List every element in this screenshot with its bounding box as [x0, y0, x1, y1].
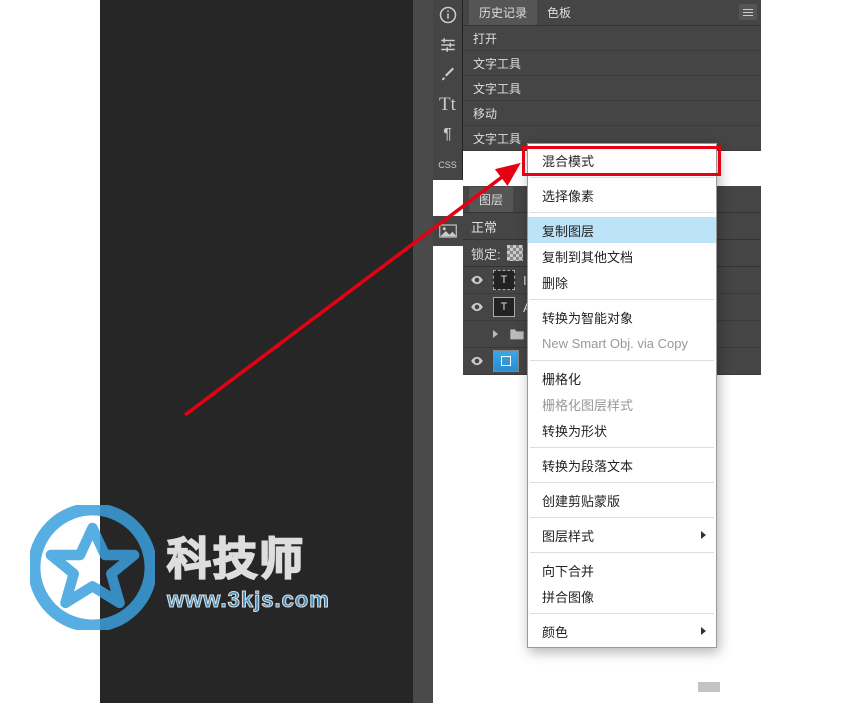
panel-menu-button[interactable] [739, 4, 757, 20]
visibility-icon[interactable] [469, 272, 485, 288]
menu-separator [530, 552, 714, 553]
menu-item-rasterize[interactable]: 栅格化 [528, 365, 716, 391]
menu-item-duplicate-layer[interactable]: 复制图层 [528, 217, 716, 243]
submenu-arrow-icon [701, 627, 706, 635]
folder-icon [506, 324, 528, 344]
submenu-arrow-icon [701, 531, 706, 539]
history-item[interactable]: 文字工具 [463, 51, 761, 76]
tab-history[interactable]: 历史记录 [469, 0, 537, 25]
menu-item-to-paragraph[interactable]: 转换为段落文本 [528, 452, 716, 478]
lock-transparency-icon[interactable] [507, 245, 523, 261]
menu-separator [530, 613, 714, 614]
menu-item-rasterize-style: 栅格化图层样式 [528, 391, 716, 417]
menu-item-delete[interactable]: 删除 [528, 269, 716, 295]
layer-context-menu: 混合模式选择像素复制图层复制到其他文档删除转换为智能对象New Smart Ob… [527, 143, 717, 648]
info-icon[interactable] [434, 0, 462, 30]
watermark: 科技师 www.3kjs.com [30, 505, 330, 630]
menu-item-merge-down[interactable]: 向下合并 [528, 557, 716, 583]
history-item[interactable]: 文字工具 [463, 76, 761, 101]
folder-expand-icon[interactable] [493, 330, 498, 338]
menu-separator [530, 212, 714, 213]
menu-item-layer-style[interactable]: 图层样式 [528, 522, 716, 548]
type-tool-icon[interactable]: Tt [434, 90, 462, 120]
menu-separator [530, 177, 714, 178]
menu-separator [530, 447, 714, 448]
menu-item-to-shape[interactable]: 转换为形状 [528, 417, 716, 443]
history-item[interactable]: 移动 [463, 101, 761, 126]
menu-separator [530, 482, 714, 483]
menu-item-flatten[interactable]: 拼合图像 [528, 583, 716, 609]
menu-separator [530, 360, 714, 361]
history-panel: 历史记录 色板 打开 文字工具 文字工具 移动 文字工具 [463, 0, 761, 151]
watermark-logo-icon [30, 505, 155, 630]
menu-item-blend[interactable]: 混合模式 [528, 147, 716, 173]
vertical-toolbar: Tt ¶ CSS [433, 0, 463, 180]
blend-mode-label: 正常 [471, 217, 497, 236]
menu-item-color[interactable]: 颜色 [528, 618, 716, 644]
visibility-icon[interactable] [469, 353, 485, 369]
tab-layers[interactable]: 图层 [469, 187, 513, 212]
watermark-title: 科技师 [167, 523, 330, 587]
menu-separator [530, 299, 714, 300]
lock-label: 锁定: [471, 244, 501, 263]
menu-item-select-pixels[interactable]: 选择像素 [528, 182, 716, 208]
text-layer-thumb: T [493, 297, 515, 317]
menu-item-new-smart-copy: New Smart Obj. via Copy [528, 330, 716, 356]
watermark-url: www.3kjs.com [167, 587, 330, 613]
sliders-icon[interactable] [434, 30, 462, 60]
visibility-icon[interactable] [469, 299, 485, 315]
brush-icon[interactable] [434, 60, 462, 90]
css-icon[interactable]: CSS [434, 150, 462, 180]
history-tab-bar: 历史记录 色板 [463, 0, 761, 26]
smart-object-thumb [493, 350, 519, 372]
history-item[interactable]: 打开 [463, 26, 761, 51]
image-tool-icon[interactable] [433, 216, 463, 246]
tab-swatches[interactable]: 色板 [537, 0, 581, 25]
paragraph-icon[interactable]: ¶ [434, 120, 462, 150]
menu-item-copy-to-doc[interactable]: 复制到其他文档 [528, 243, 716, 269]
history-list: 打开 文字工具 文字工具 移动 文字工具 [463, 26, 761, 151]
menu-item-convert-smart[interactable]: 转换为智能对象 [528, 304, 716, 330]
menu-separator [530, 517, 714, 518]
menu-item-clipping-mask[interactable]: 创建剪贴蒙版 [528, 487, 716, 513]
canvas-scrollbar[interactable] [413, 0, 433, 703]
text-layer-thumb: T [493, 270, 515, 290]
decorative-mark [698, 682, 720, 692]
